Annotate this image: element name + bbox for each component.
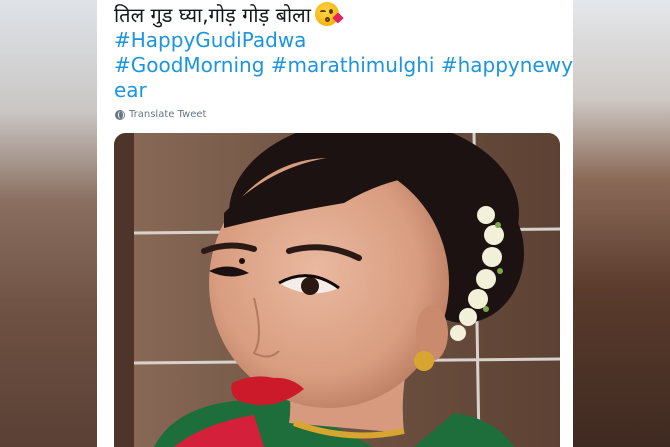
face-blowing-kiss-icon	[314, 2, 344, 26]
tweet-text-line: तिल गुड घ्या,गोड़ गोड़ बोला	[114, 2, 564, 28]
hashtag-line-2: #GoodMorning #marathimulghi #happynewy	[114, 53, 573, 78]
blurred-backdrop-right	[573, 0, 670, 447]
blurred-backdrop-left	[0, 0, 97, 447]
tweet-card: तिल गुड घ्या,गोड़ गोड़ बोला #HappyGudiPa…	[97, 0, 573, 447]
tweet-text: तिल गुड घ्या,गोड़ गोड़ बोला #HappyGudiPa…	[114, 2, 573, 103]
translate-tweet-label: Translate Tweet	[129, 109, 207, 120]
tweet-photo[interactable]	[114, 133, 560, 447]
hashtag-line-3: ear	[114, 78, 564, 103]
globe-icon	[115, 109, 125, 120]
hashtag-happynewyear-continued[interactable]: ear	[114, 78, 147, 102]
hashtag-line-1: #HappyGudiPadwa	[114, 28, 564, 53]
hashtag-happygudipadwa[interactable]: #HappyGudiPadwa	[114, 28, 306, 52]
hashtag-marathimulghi[interactable]: #marathimulghi	[271, 53, 435, 77]
hashtag-goodmorning[interactable]: #GoodMorning	[114, 53, 264, 77]
tweet-text-marathi: तिल गुड घ्या,गोड़ गोड़ बोला	[114, 3, 311, 27]
translate-tweet-link[interactable]: Translate Tweet	[115, 109, 206, 120]
woman-portrait-photo-illustration	[114, 133, 560, 447]
hashtag-happynewyear[interactable]: #happynewy	[441, 53, 573, 77]
